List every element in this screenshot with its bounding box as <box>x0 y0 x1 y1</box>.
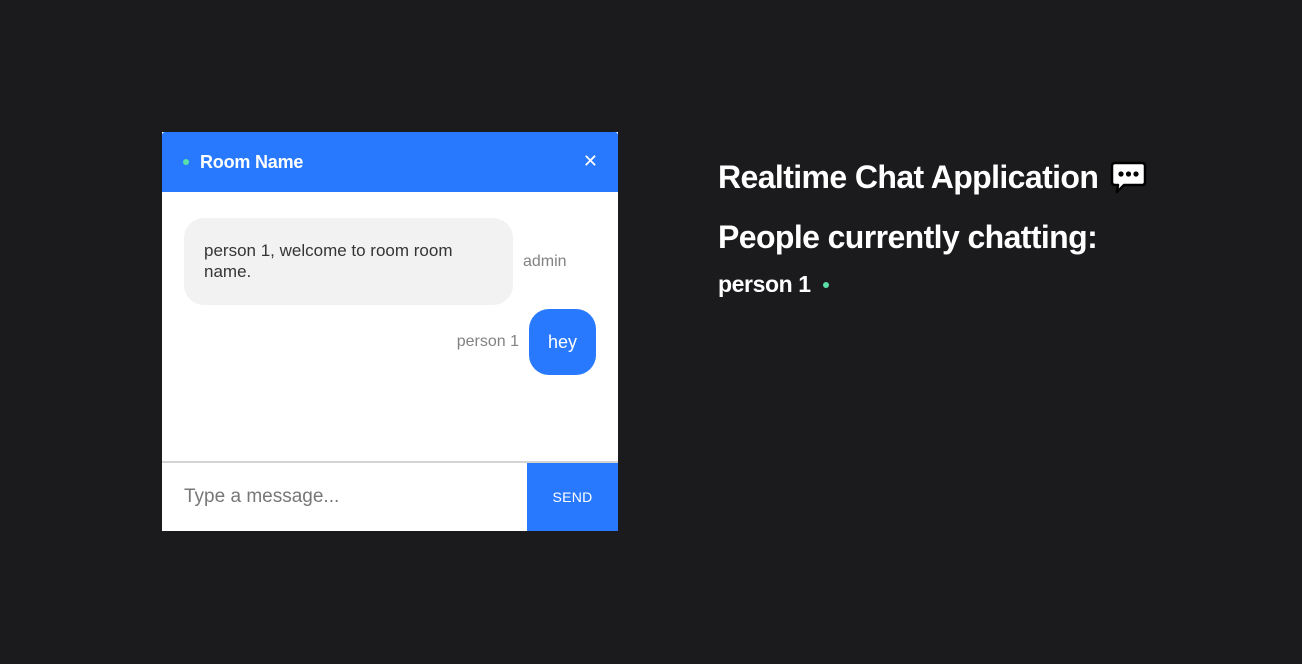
message-sender: person 1 <box>456 333 519 350</box>
message-row-received: person 1, welcome to room room name. adm… <box>184 218 596 305</box>
message-list[interactable]: person 1, welcome to room room name. adm… <box>162 192 618 461</box>
message-row-sent: person 1 hey <box>184 309 596 375</box>
message-sender: admin <box>523 252 567 270</box>
user-list-item: person 1 <box>718 271 1147 298</box>
speech-bubble-icon <box>1110 161 1147 194</box>
user-name: person 1 <box>718 271 811 297</box>
info-panel: Realtime Chat Application People current… <box>718 157 1147 298</box>
user-list: person 1 <box>718 271 1147 298</box>
room-name: Room Name <box>200 151 304 172</box>
message-bubble-sent: hey <box>528 309 596 375</box>
online-indicator-icon <box>183 159 189 165</box>
close-icon[interactable]: ✕ <box>583 153 598 171</box>
page: Room Name ✕ person 1, welcome to room ro… <box>0 0 1302 664</box>
message-composer: SEND <box>162 461 618 531</box>
app-title-text: Realtime Chat Application <box>718 158 1099 195</box>
online-indicator-icon <box>822 281 829 288</box>
message-bubble-received: person 1, welcome to room room name. <box>184 218 513 305</box>
chat-window: Room Name ✕ person 1, welcome to room ro… <box>162 132 618 531</box>
send-button[interactable]: SEND <box>527 463 618 531</box>
chat-header: Room Name ✕ <box>162 132 618 192</box>
app-title: Realtime Chat Application <box>718 157 1147 197</box>
people-heading: People currently chatting: <box>718 219 1098 255</box>
message-input[interactable] <box>162 463 527 531</box>
